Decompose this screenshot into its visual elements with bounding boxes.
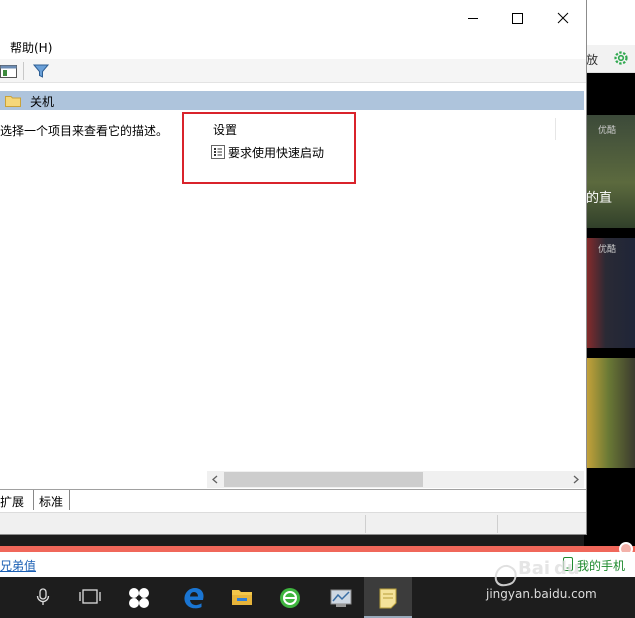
edge-browser-icon [184, 588, 204, 609]
taskbar-sticky-notes[interactable] [364, 577, 412, 618]
status-bar [0, 512, 586, 534]
toolbar [0, 59, 586, 83]
taskbar-app-pinwheel[interactable] [114, 577, 162, 618]
maximize-icon [512, 13, 523, 24]
status-divider [365, 515, 366, 533]
toolbar-separator [23, 62, 24, 80]
svg-text:du: du [554, 558, 580, 579]
thumbnail-caption: 的直 [586, 191, 613, 206]
video-thumbnail[interactable]: 优酷 的直 [586, 115, 635, 228]
control-panel-icon [330, 589, 352, 607]
scroll-left-icon[interactable] [207, 471, 224, 488]
annotation-highlight-box [182, 112, 356, 184]
title-bar [0, 0, 586, 36]
task-view-icon [79, 589, 101, 604]
filter-icon[interactable] [32, 62, 50, 80]
background-toolbar-text: 放 [586, 53, 599, 67]
brother-link[interactable]: 兄弟值 [0, 557, 36, 574]
pinwheel-app-icon [129, 588, 149, 608]
group-policy-window: 帮助(H) 关机 选择一个项目来查看它的描述。 设置 要求使用快速启动 扩展 标… [0, 0, 587, 535]
svg-text:Bai: Bai [518, 558, 550, 579]
folder-icon [5, 96, 21, 107]
scroll-right-icon[interactable] [567, 471, 584, 488]
taskbar-task-view[interactable] [66, 577, 114, 618]
video-thumbnail[interactable] [586, 358, 635, 468]
scrollbar-thumb[interactable] [224, 472, 423, 487]
background-titlebar [584, 0, 635, 45]
maximize-button[interactable] [494, 0, 540, 36]
column-divider[interactable] [555, 118, 556, 140]
horizontal-scrollbar[interactable] [207, 471, 584, 488]
taskbar-file-explorer[interactable] [218, 577, 266, 618]
minimize-button[interactable] [450, 0, 496, 36]
menu-bar: 帮助(H) [0, 36, 586, 58]
selected-folder-header[interactable]: 关机 [0, 91, 584, 110]
close-icon [557, 12, 569, 24]
sticky-notes-icon [379, 588, 397, 609]
microphone-icon [36, 588, 50, 605]
thumbnail-badge: 优酷 [598, 245, 617, 255]
menu-help[interactable]: 帮助(H) [10, 39, 52, 56]
watermark-site: jingyan.baidu.com [486, 587, 597, 601]
tab-standard[interactable]: 标准 [36, 490, 70, 510]
taskbar-microphone[interactable] [20, 577, 68, 618]
gear-icon[interactable] [612, 49, 630, 67]
status-divider [497, 515, 498, 533]
description-text: 选择一个项目来查看它的描述。 [0, 124, 169, 138]
green-browser-icon [280, 588, 300, 608]
close-button[interactable] [540, 0, 586, 36]
background-toolbar: 放 [584, 45, 635, 73]
tab-extended[interactable]: 扩展 [0, 490, 34, 510]
minimize-icon [468, 18, 478, 19]
folder-icon [232, 590, 252, 605]
folder-label: 关机 [30, 95, 55, 109]
thumbnail-badge: 优酷 [598, 126, 617, 136]
view-tabs: 扩展 标准 [0, 489, 586, 511]
video-thumbnail[interactable]: 优酷 [586, 238, 635, 348]
taskbar-edge[interactable] [170, 577, 218, 618]
taskbar-360-browser[interactable] [266, 577, 314, 618]
taskbar-control-panel[interactable] [316, 577, 364, 618]
console-tree-icon[interactable] [0, 63, 18, 79]
